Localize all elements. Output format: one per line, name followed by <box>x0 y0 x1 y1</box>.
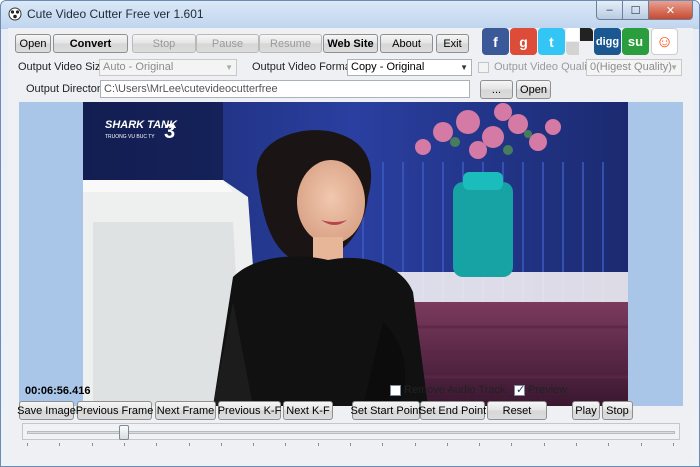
about-button[interactable]: About <box>380 34 433 53</box>
open-button[interactable]: Open <box>15 34 51 53</box>
set-start-point-button[interactable]: Set Start Point <box>351 401 421 420</box>
output-quality-checkbox[interactable] <box>478 62 489 73</box>
slider-tick <box>59 443 60 446</box>
facebook-icon[interactable]: f <box>482 28 509 55</box>
video-frame[interactable]: SHARK TANK TRUONG VU BUC TY 3 <box>83 102 628 406</box>
video-frame-image: SHARK TANK TRUONG VU BUC TY 3 <box>83 102 628 406</box>
slider-thumb[interactable] <box>119 425 129 440</box>
stumbleupon-icon[interactable]: su <box>622 28 649 55</box>
convert-button[interactable]: Convert <box>53 34 128 53</box>
reset-button[interactable]: Reset <box>487 401 547 420</box>
slider-tick <box>673 443 674 446</box>
twitter-icon[interactable]: t <box>538 28 565 55</box>
delicious-icon[interactable] <box>566 28 593 55</box>
preview-label: Preview <box>528 384 568 396</box>
website-button[interactable]: Web Site <box>323 34 378 53</box>
output-quality-label: Output Video Quality <box>494 61 596 73</box>
resume-button[interactable]: Resume <box>259 34 322 53</box>
window-title: Cute Video Cutter Free ver 1.601 <box>27 7 204 21</box>
position-slider[interactable] <box>22 423 680 440</box>
close-button[interactable]: ✕ <box>649 1 693 20</box>
slider-tick <box>221 443 222 446</box>
video-preview-area: SHARK TANK TRUONG VU BUC TY 3 <box>19 102 683 406</box>
slider-tick <box>27 443 28 446</box>
minimize-button[interactable]: ‒ <box>596 1 623 20</box>
exit-button[interactable]: Exit <box>436 34 469 53</box>
slider-tick <box>479 443 480 446</box>
title-bar[interactable]: Cute Video Cutter Free ver 1.601 ‒ ☐ ✕ <box>1 1 699 28</box>
slider-tick <box>382 443 383 446</box>
previous-keyframe-button[interactable]: Previous K-F <box>218 401 281 420</box>
slider-tick <box>92 443 93 446</box>
next-frame-button[interactable]: Next Frame <box>155 401 216 420</box>
timecode-display: 00:06:56.416 <box>25 385 91 397</box>
app-window: Cute Video Cutter Free ver 1.601 ‒ ☐ ✕ O… <box>0 0 700 467</box>
output-dir-field[interactable]: C:\Users\MrLee\cutevideocutterfree <box>100 80 470 98</box>
slider-tick <box>285 443 286 446</box>
window-controls: ‒ ☐ ✕ <box>596 1 693 21</box>
slider-tick <box>253 443 254 446</box>
video-overlay-number: 3 <box>164 121 175 143</box>
save-image-button[interactable]: Save Image <box>17 401 76 420</box>
slider-ticks <box>22 443 680 449</box>
slider-tick <box>511 443 512 446</box>
output-format-label: Output Video Format: <box>252 61 357 73</box>
next-keyframe-button[interactable]: Next K-F <box>283 401 333 420</box>
slider-tick <box>447 443 448 446</box>
maximize-button[interactable]: ☐ <box>623 1 649 20</box>
slider-tick <box>156 443 157 446</box>
slider-tick <box>189 443 190 446</box>
main-panel: Open Convert Stop Pause Resume Web Site … <box>8 28 693 461</box>
slider-tick <box>576 443 577 446</box>
output-quality-select[interactable]: 0(Higest Quality) ▼ <box>586 59 682 76</box>
slider-tick <box>415 443 416 446</box>
chevron-down-icon: ▼ <box>670 63 678 72</box>
output-format-select[interactable]: Copy - Original ▼ <box>347 59 472 76</box>
app-logo-icon <box>8 7 22 21</box>
stop-playback-button[interactable]: Stop <box>602 401 633 420</box>
set-end-point-button[interactable]: Set End Point <box>419 401 486 420</box>
digg-icon[interactable]: digg <box>594 28 621 55</box>
browse-button[interactable]: ... <box>480 80 513 99</box>
output-size-label: Output Video Size: <box>18 61 110 73</box>
slider-tick <box>641 443 642 446</box>
slider-tick <box>544 443 545 446</box>
chevron-down-icon: ▼ <box>460 63 468 72</box>
slider-tick <box>350 443 351 446</box>
output-size-select[interactable]: Auto - Original ▼ <box>99 59 237 76</box>
chevron-down-icon: ▼ <box>225 63 233 72</box>
previous-frame-button[interactable]: Previous Frame <box>76 401 153 420</box>
play-button[interactable]: Play <box>572 401 600 420</box>
slider-tick <box>608 443 609 446</box>
reddit-icon[interactable]: ☺ <box>651 28 678 55</box>
open-directory-button[interactable]: Open <box>516 80 551 99</box>
stop-button[interactable]: Stop <box>132 34 196 53</box>
remove-audio-label: Remove Audio Track <box>404 384 506 396</box>
check-icon: ✓ <box>516 384 526 396</box>
preview-checkbox[interactable]: ✓ <box>514 384 526 396</box>
output-dir-label: Output Directory: <box>26 83 110 95</box>
slider-tick <box>318 443 319 446</box>
remove-audio-checkbox[interactable] <box>390 385 401 396</box>
video-overlay-subtitle: TRUONG VU BUC TY <box>105 134 155 140</box>
pause-button[interactable]: Pause <box>196 34 259 53</box>
slider-tick <box>124 443 125 446</box>
google-icon[interactable]: g <box>510 28 537 55</box>
